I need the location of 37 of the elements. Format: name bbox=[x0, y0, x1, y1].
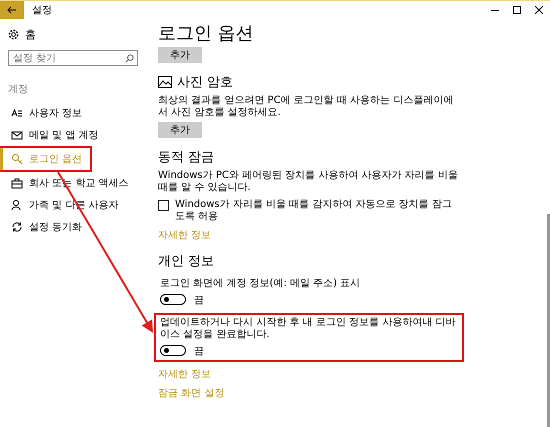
section-heading: 동적 잠금 bbox=[158, 148, 216, 166]
section-description: Windows가 PC와 페어링된 장치를 사용하여 사용자가 자리를 비울 때를 알 수 있습니다. bbox=[158, 170, 458, 194]
person-card-icon bbox=[11, 107, 23, 119]
add-button[interactable]: 추가 bbox=[158, 122, 202, 138]
scrollbar[interactable] bbox=[547, 214, 550, 427]
back-arrow-icon bbox=[7, 6, 17, 14]
section-heading: 사진 암호 bbox=[177, 74, 234, 91]
sidebar-item[interactable]: 설정 동기화 bbox=[0, 216, 146, 238]
envelope-icon bbox=[11, 129, 23, 141]
window-title: 설정 bbox=[32, 4, 53, 17]
key-icon bbox=[11, 153, 23, 165]
sync-icon bbox=[11, 221, 23, 233]
person-icon bbox=[11, 199, 23, 211]
toggle-switch[interactable] bbox=[160, 345, 186, 356]
toggle-switch[interactable] bbox=[160, 294, 186, 306]
toggle-state: 끔 bbox=[194, 294, 204, 307]
section-label: 계정 bbox=[7, 83, 29, 97]
section-heading: 개인 정보 bbox=[158, 252, 216, 270]
settings-icon bbox=[8, 29, 19, 40]
checkbox[interactable] bbox=[158, 200, 169, 211]
close-icon bbox=[535, 6, 543, 14]
add-button[interactable]: 추가 bbox=[158, 46, 202, 63]
search-field[interactable]: 설정 찾기 bbox=[8, 50, 138, 66]
search-icon bbox=[125, 54, 134, 63]
setting-label: 로그인 화면에 계정 정보(예: 메일 주소) 표시 bbox=[160, 278, 362, 290]
home-link[interactable]: 홈 bbox=[25, 27, 36, 42]
checkbox-label: Windows가 자리를 비울 때를 감지하여 자동으로 장치를 잠그도록 허용 bbox=[175, 198, 453, 223]
section-description: 최상의 결과를 얻으려면 PC에 로그인할 때 사용하는 디스플레이에서 사진 암호를 설정하세요. bbox=[158, 94, 454, 119]
back-button[interactable] bbox=[0, 1, 24, 19]
picture-icon bbox=[158, 76, 172, 88]
maximize-icon bbox=[513, 6, 521, 14]
sidebar-item[interactable]: 사용자 정보 bbox=[0, 102, 146, 124]
page-title: 로그인 옵션 bbox=[158, 23, 255, 45]
briefcase-icon bbox=[11, 177, 23, 189]
toggle-state: 끔 bbox=[194, 344, 204, 358]
sidebar-item[interactable]: 메일 및 앱 계정 bbox=[0, 124, 146, 146]
setting-label: 업데이트하거나 다시 시작한 후 내 로그인 정보를 사용하여내 디바이스 설정을 완료합니다. bbox=[160, 316, 456, 341]
